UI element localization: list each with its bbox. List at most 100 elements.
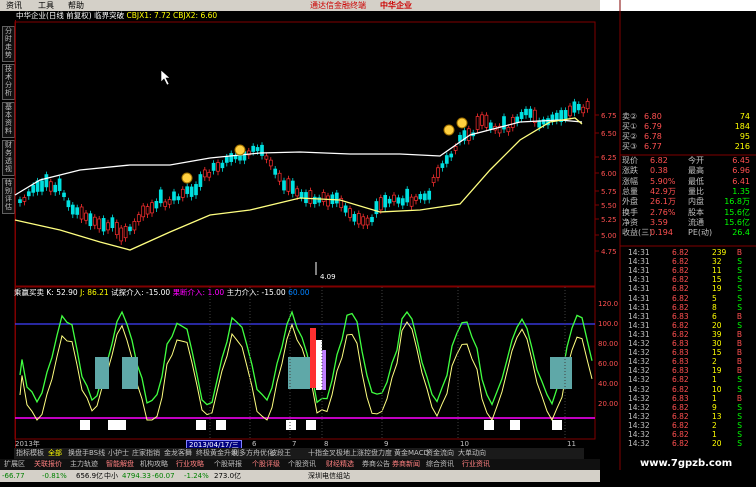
trade-price: 6.82: [672, 248, 689, 257]
extension-tab[interactable]: 综合资讯: [426, 459, 454, 470]
candle-body: [194, 184, 198, 196]
indicator-tab[interactable]: 波段王: [270, 448, 291, 459]
candle-body: [84, 212, 88, 221]
stat-value-2: 6.41: [732, 176, 750, 186]
candle-body: [75, 207, 80, 215]
indicator-tab[interactable]: 模板: [30, 448, 44, 459]
trade-side: S: [737, 411, 742, 421]
trade-volume: 19: [712, 284, 722, 294]
status-site: 深圳电信组站: [308, 472, 350, 480]
indicator-tab[interactable]: 极地上涨: [336, 448, 364, 459]
signal-white-block: [216, 420, 226, 430]
indicator-tab[interactable]: 控盘力度: [364, 448, 392, 459]
status-sh-change: -66.77: [2, 472, 25, 480]
candle-body: [343, 205, 348, 213]
trade-volume: 6: [712, 311, 717, 321]
extension-tab[interactable]: 关联报价: [34, 459, 62, 470]
trade-volume: 20: [712, 320, 722, 330]
mouse-cursor-icon: [160, 69, 171, 86]
trade-price: 6.82: [672, 293, 689, 303]
candle-body: [277, 172, 282, 182]
candle-body: [26, 191, 31, 197]
indicator-tab[interactable]: 大单动向: [458, 448, 486, 459]
indicator-tab[interactable]: 金龙客舞: [164, 448, 192, 459]
candle-body: [308, 190, 313, 204]
trade-row: 14:31 6.82 39 B: [622, 330, 750, 339]
candle-body: [458, 134, 462, 142]
extension-tab[interactable]: 机构攻略: [140, 459, 168, 470]
trade-price: 6.83: [672, 357, 689, 367]
trade-row: 14:31 6.82 239 B: [622, 248, 750, 257]
candle-body: [114, 222, 119, 236]
quote-volume: 216: [734, 142, 750, 151]
candle-body: [92, 216, 97, 226]
extension-tab[interactable]: 行业攻略: [176, 459, 204, 470]
stat-value: 26.1万: [650, 197, 676, 207]
extension-tab[interactable]: 行业资讯: [462, 459, 490, 470]
quote-price: 6.79: [644, 122, 662, 131]
candle-body: [378, 197, 383, 211]
stat-value: 0.194: [650, 228, 673, 238]
indicator-tab[interactable]: 小护士: [108, 448, 129, 459]
smiley-icon: [456, 117, 468, 129]
trade-volume: 13: [712, 411, 722, 421]
extension-tab[interactable]: 券商公告: [362, 459, 390, 470]
extension-tab[interactable]: 个股评级: [252, 459, 280, 470]
trade-time: 14:31: [628, 320, 650, 330]
extension-tab[interactable]: 财经精选: [326, 459, 354, 470]
trade-time: 14:32: [628, 411, 650, 421]
price-axis-label: 6.75: [601, 112, 617, 120]
indicator-tab[interactable]: 黄金MACD: [394, 448, 429, 459]
stat-value: 0.38: [650, 166, 668, 176]
trade-volume: 239: [712, 248, 727, 257]
extension-tab[interactable]: 个股研报: [214, 459, 242, 470]
indicator-tab[interactable]: 指标: [16, 448, 30, 459]
trade-price: 6.82: [672, 375, 689, 385]
trade-row: 14:32 6.82 1 S: [622, 430, 750, 439]
price-axis-label: 5.50: [601, 202, 617, 210]
candle-body: [295, 188, 300, 197]
candle-body: [427, 190, 432, 200]
candle-body: [273, 168, 278, 175]
stat-label-2: 最高: [688, 166, 704, 176]
quote-volume: 184: [734, 122, 750, 131]
extension-tab[interactable]: 主力轨迹: [70, 459, 98, 470]
signal-white-block: [286, 420, 296, 430]
indicator-tab[interactable]: 资金流向: [426, 448, 454, 459]
indicator-tab[interactable]: 利多方舟优化: [232, 448, 274, 459]
candle-body: [356, 213, 361, 225]
candle-body: [585, 101, 590, 110]
trade-price: 6.82: [672, 320, 689, 330]
trade-volume: 11: [712, 266, 722, 276]
stat-label-2: 内盘: [688, 197, 704, 207]
extension-tab[interactable]: 扩展区: [4, 459, 25, 470]
quote-price: 6.80: [644, 112, 662, 121]
candle-body: [396, 197, 401, 204]
trade-price: 6.83: [672, 393, 689, 403]
trade-time: 14:32: [628, 439, 650, 449]
candle-body: [106, 222, 110, 231]
trade-row: 14:32 6.83 1 B: [622, 394, 750, 403]
indicator-tab[interactable]: 全部: [48, 448, 62, 459]
extension-tab[interactable]: 个股资讯: [288, 459, 316, 470]
indicator-tab[interactable]: 庄家指销: [132, 448, 160, 459]
signal-white-block: [80, 420, 90, 430]
trade-volume: 5: [712, 293, 717, 303]
indicator-tab[interactable]: 换盘手BS线: [68, 448, 105, 459]
quote-volume: 74: [739, 112, 750, 121]
trade-time: 14:32: [628, 348, 650, 358]
candle-body: [334, 192, 339, 204]
candle-body: [387, 198, 392, 204]
trade-volume: 32: [712, 257, 722, 267]
trade-price: 6.82: [672, 302, 689, 312]
status-sz-index: 4794.33: [122, 472, 151, 480]
trade-time: 14:32: [628, 357, 650, 367]
indicator-tab[interactable]: 十指金叉: [308, 448, 336, 459]
trade-side: B: [736, 329, 742, 339]
extension-tab[interactable]: 智能解盘: [106, 459, 134, 470]
quote-row: 买③ 6.77 216: [622, 142, 750, 152]
extension-tab[interactable]: 券商新闻: [392, 459, 420, 470]
trade-price: 6.83: [672, 348, 689, 358]
signal-box: [300, 357, 310, 389]
trade-row: 14:32 6.82 1 S: [622, 375, 750, 384]
